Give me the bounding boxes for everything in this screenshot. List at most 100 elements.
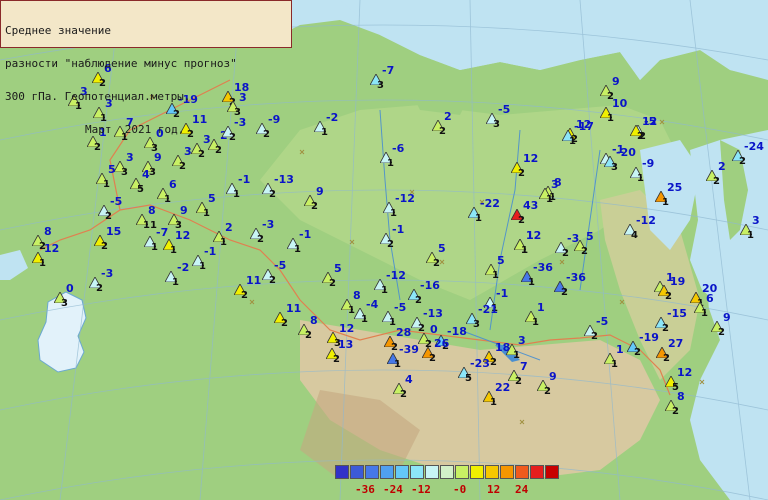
- station-count: 1: [220, 237, 227, 248]
- legend-label: -24: [383, 483, 403, 496]
- station-count: 2: [433, 258, 440, 269]
- station-count: 1: [39, 258, 46, 269]
- station-deviation: 22: [495, 381, 511, 394]
- station-deviation: 43: [523, 199, 539, 212]
- station-deviation: 9: [723, 311, 731, 324]
- station-deviation: 12: [339, 322, 355, 335]
- station-deviation: 3: [551, 178, 559, 191]
- station-count: 2: [179, 161, 186, 172]
- legend-swatch: [530, 465, 544, 479]
- station-count: 1: [701, 308, 708, 319]
- station-deviation: -12: [636, 214, 656, 227]
- station-deviation: 10: [612, 97, 628, 110]
- station-count: 2: [400, 389, 407, 400]
- station-count: 1: [233, 189, 240, 200]
- legend-swatch: [335, 465, 349, 479]
- station-count: 2: [518, 168, 525, 179]
- station-count: 1: [662, 197, 669, 208]
- station-count: 2: [581, 246, 588, 257]
- station-count: 1: [381, 285, 388, 296]
- station-deviation: -7: [382, 64, 395, 77]
- info-line-2: разности "наблюдение минус прогноз": [5, 57, 237, 70]
- station-deviation: -12: [395, 192, 415, 205]
- station-deviation: 19: [670, 275, 686, 288]
- station-deviation: -21: [478, 303, 498, 316]
- station-deviation: 12: [677, 366, 693, 379]
- station-deviation: 12: [175, 229, 191, 242]
- legend-swatch: [515, 465, 529, 479]
- station-deviation: 9: [180, 204, 188, 217]
- station-count: 2: [329, 278, 336, 289]
- info-line-1: Среднее значение: [5, 24, 111, 37]
- legend-swatch: [425, 465, 439, 479]
- station-count: 2: [591, 331, 598, 342]
- legend-label: -0: [453, 483, 467, 496]
- station-deviation: 8: [677, 390, 685, 403]
- station-count: 1: [199, 261, 206, 272]
- station-deviation: -18: [447, 325, 467, 338]
- station-count: 2: [311, 201, 318, 212]
- station-deviation: 1: [616, 343, 624, 356]
- station-deviation: 2: [718, 160, 726, 173]
- station-count: 1: [170, 245, 177, 256]
- station-count: 2: [415, 295, 422, 306]
- station-deviation: 6: [169, 178, 177, 191]
- station-deviation: -6: [392, 142, 405, 155]
- station-deviation: -16: [420, 279, 440, 292]
- station-deviation: 3: [752, 214, 760, 227]
- legend-swatch: [500, 465, 514, 479]
- legend-swatch: [410, 465, 424, 479]
- station-count: 1: [611, 359, 618, 370]
- station-deviation: -24: [744, 140, 764, 153]
- station-deviation: 11: [246, 274, 262, 287]
- station-count: 1: [361, 314, 368, 325]
- station-count: 2: [429, 353, 436, 364]
- station-deviation: -5: [394, 301, 407, 314]
- station-count: 2: [518, 215, 525, 226]
- station-count: 1: [513, 350, 520, 361]
- station-count: 2: [634, 347, 641, 358]
- station-count: 2: [387, 239, 394, 250]
- map-canvas[interactable]: 623131-192112182337112033222-32-92-21-73…: [0, 0, 768, 500]
- station-deviation: -9: [642, 157, 655, 170]
- station-deviation: 5: [586, 230, 594, 243]
- legend-label: 24: [515, 483, 529, 496]
- station-deviation: -5: [110, 195, 123, 208]
- station-count: 2: [665, 291, 672, 302]
- station-deviation: 8: [310, 314, 318, 327]
- legend-swatch: [395, 465, 409, 479]
- station-count: 1: [390, 208, 397, 219]
- station-deviation: 8: [353, 289, 361, 302]
- station-deviation: 18: [495, 341, 511, 354]
- station-deviation: 12: [44, 242, 60, 255]
- station-count: 3: [149, 167, 156, 178]
- station-deviation: -39: [399, 343, 419, 356]
- station-deviation: 0: [430, 323, 438, 336]
- station-count: 2: [105, 211, 112, 222]
- legend-label: -36: [355, 483, 375, 496]
- station-count: 2: [101, 241, 108, 252]
- station-deviation: -36: [566, 271, 586, 284]
- station-deviation: -3: [101, 267, 114, 280]
- station-deviation: 0: [66, 282, 74, 295]
- station-count: 2: [544, 386, 551, 397]
- station-count: 2: [561, 287, 568, 298]
- legend-swatch: [545, 465, 559, 479]
- station-deviation: 5: [497, 254, 505, 267]
- station-count: 2: [269, 189, 276, 200]
- info-line-4: Март 2021 год.: [85, 123, 185, 136]
- station-deviation: -2: [326, 111, 339, 124]
- station-count: 1: [637, 173, 644, 184]
- station-deviation: -1: [392, 223, 405, 236]
- station-deviation: -5: [498, 103, 511, 116]
- station-deviation: 11: [286, 302, 302, 315]
- station-count: 2: [562, 248, 569, 259]
- station-count: 2: [305, 330, 312, 341]
- station-count: 1: [546, 194, 553, 205]
- legend-swatch: [470, 465, 484, 479]
- station-deviation: 2: [225, 221, 233, 234]
- station-count: 2: [739, 156, 746, 167]
- station-deviation: 6: [706, 292, 714, 305]
- station-deviation: -22: [480, 197, 500, 210]
- info-line-3: 300 гПа. Геопотенциал.метры.: [5, 90, 191, 103]
